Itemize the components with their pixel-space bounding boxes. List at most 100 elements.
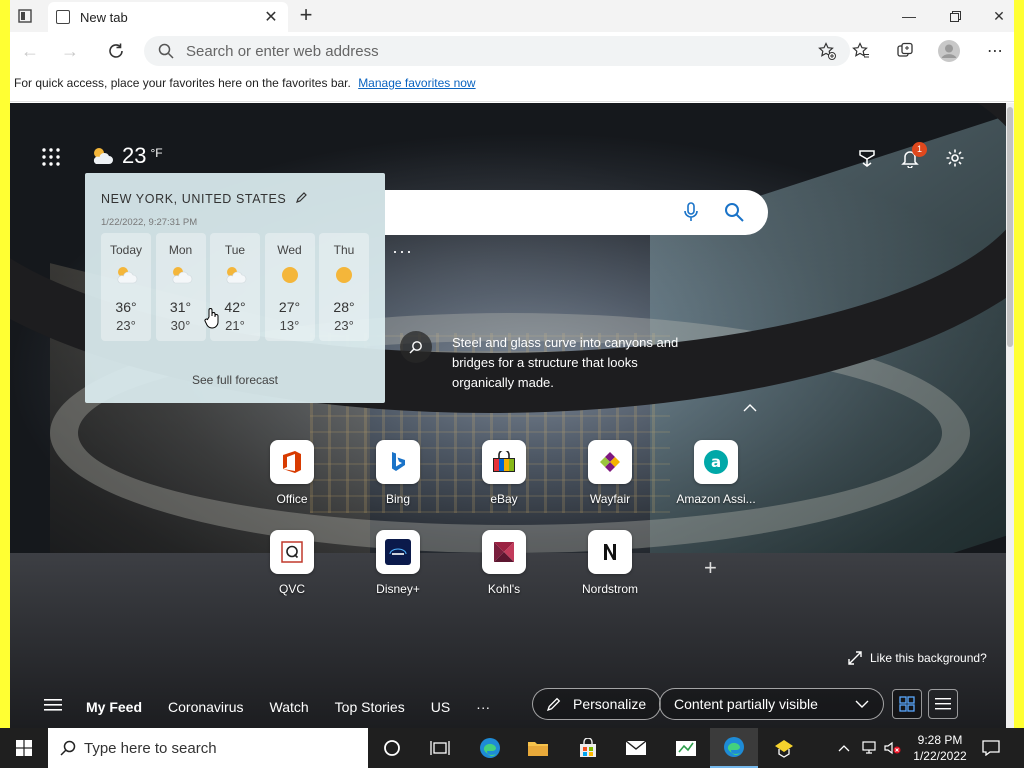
microphone-icon[interactable] bbox=[684, 202, 698, 227]
taskbar-search-placeholder: Type here to search bbox=[84, 739, 217, 757]
quick-link-qvc[interactable]: QVC bbox=[247, 530, 337, 596]
list-view-icon[interactable] bbox=[928, 689, 958, 719]
cortana-icon[interactable] bbox=[368, 728, 416, 768]
feed-tab-us[interactable]: US bbox=[431, 699, 450, 715]
microsoft-store-icon[interactable] bbox=[564, 728, 612, 768]
quick-link-disney-plus[interactable]: Disney+ bbox=[353, 530, 443, 596]
network-icon[interactable] bbox=[862, 728, 880, 768]
favorites-icon[interactable] bbox=[850, 40, 872, 62]
grid-view-icon[interactable] bbox=[892, 689, 922, 719]
refresh-button[interactable] bbox=[102, 38, 130, 64]
task-view-icon[interactable] bbox=[416, 728, 464, 768]
close-tab-icon[interactable]: ✕ bbox=[262, 7, 280, 27]
personalize-button[interactable]: Personalize bbox=[532, 688, 662, 720]
ebay-icon bbox=[482, 440, 526, 484]
settings-more-icon[interactable]: ⋯ bbox=[984, 40, 1006, 62]
feed-more-icon[interactable]: ··· bbox=[476, 699, 490, 715]
news-app-icon[interactable] bbox=[662, 728, 710, 768]
content-visibility-dropdown[interactable]: Content partially visible bbox=[659, 688, 884, 720]
image-info-search-icon[interactable] bbox=[400, 331, 432, 363]
address-input[interactable] bbox=[186, 42, 816, 60]
scrollbar-thumb[interactable] bbox=[1007, 107, 1013, 347]
forecast-day[interactable]: Wed 27° 13° bbox=[264, 233, 315, 341]
forward-button[interactable]: → bbox=[56, 38, 84, 64]
add-quick-link-icon[interactable]: + bbox=[704, 555, 717, 581]
day-high: 27° bbox=[278, 299, 301, 315]
weather-location: NEW YORK, UNITED STATES bbox=[101, 191, 287, 206]
forecast-day[interactable]: Today 36° 23° bbox=[101, 233, 151, 341]
amazon-assistant-icon: a bbox=[694, 440, 738, 484]
tab-actions-icon[interactable] bbox=[14, 6, 36, 26]
page-scrollbar[interactable] bbox=[1006, 103, 1014, 728]
background-caption[interactable]: Steel and glass curve into canyons and b… bbox=[452, 333, 702, 393]
tips-app-icon[interactable] bbox=[760, 728, 808, 768]
close-window-button[interactable]: ✕ bbox=[976, 0, 1014, 32]
collections-icon[interactable] bbox=[894, 40, 916, 62]
feed-tab-top-stories[interactable]: Top Stories bbox=[335, 699, 405, 715]
day-name: Today bbox=[109, 243, 143, 257]
sunny-icon bbox=[265, 265, 315, 287]
action-center-icon[interactable] bbox=[982, 728, 1000, 768]
quick-link-kohls[interactable]: Kohl's bbox=[459, 530, 549, 596]
weather-flyout: NEW YORK, UNITED STATES 1/22/2022, 9:27:… bbox=[85, 173, 385, 403]
feed-tab-coronavirus[interactable]: Coronavirus bbox=[168, 699, 243, 715]
office-icon bbox=[270, 440, 314, 484]
quick-link-ebay[interactable]: eBay bbox=[459, 440, 549, 506]
address-bar[interactable] bbox=[144, 36, 850, 66]
quick-link-bing[interactable]: Bing bbox=[353, 440, 443, 506]
quick-link-wayfair[interactable]: Wayfair bbox=[565, 440, 655, 506]
profile-avatar[interactable] bbox=[938, 40, 960, 62]
notifications-bell-icon[interactable]: 1 bbox=[900, 142, 927, 173]
minimize-button[interactable]: — bbox=[886, 0, 932, 32]
day-low: 13° bbox=[279, 318, 300, 333]
new-tab-button[interactable]: + bbox=[294, 4, 318, 28]
volume-muted-icon[interactable] bbox=[884, 728, 902, 768]
forecast-day[interactable]: Thu 28° 23° bbox=[319, 233, 369, 341]
hamburger-menu-icon[interactable] bbox=[44, 698, 62, 717]
search-submit-icon[interactable] bbox=[724, 202, 744, 227]
edit-location-icon[interactable] bbox=[296, 191, 308, 206]
web-search-box[interactable] bbox=[385, 190, 768, 235]
like-background-label: Like this background? bbox=[870, 651, 987, 665]
manage-favorites-link[interactable]: Manage favorites now bbox=[358, 76, 475, 90]
like-background-button[interactable]: Like this background? bbox=[848, 651, 987, 665]
back-button[interactable]: ← bbox=[16, 38, 44, 64]
show-hidden-icons[interactable] bbox=[838, 728, 850, 768]
rewards-icon[interactable] bbox=[857, 148, 877, 168]
partly-cloudy-icon bbox=[93, 148, 113, 164]
wayfair-icon bbox=[588, 440, 632, 484]
windows-start-icon[interactable] bbox=[0, 728, 48, 768]
page-settings-gear-icon[interactable] bbox=[945, 148, 965, 168]
weather-widget[interactable]: 23 °F bbox=[90, 143, 163, 169]
quick-link-label: Amazon Assi... bbox=[676, 492, 756, 506]
quick-link-amazon-assistant[interactable]: a Amazon Assi... bbox=[671, 440, 761, 506]
quick-links-more-icon[interactable]: ··· bbox=[392, 241, 413, 262]
quick-link-nordstrom[interactable]: Nordstrom bbox=[565, 530, 655, 596]
apps-launcher-icon[interactable] bbox=[42, 148, 60, 166]
temperature-unit: °F bbox=[150, 146, 163, 160]
system-clock[interactable]: 9:28 PM 1/22/2022 bbox=[905, 732, 975, 764]
new-tab-favicon bbox=[56, 10, 70, 24]
tab-new-tab[interactable]: New tab ✕ bbox=[48, 2, 288, 32]
day-high: 28° bbox=[333, 299, 355, 315]
feed-tab-watch[interactable]: Watch bbox=[270, 699, 309, 715]
quick-link-office[interactable]: Office bbox=[247, 440, 337, 506]
add-favorite-icon[interactable] bbox=[816, 40, 838, 62]
quick-link-label: Office bbox=[276, 492, 308, 506]
favorites-bar: For quick access, place your favorites h… bbox=[10, 70, 1014, 102]
taskbar-search[interactable]: Type here to search bbox=[48, 728, 368, 768]
see-full-forecast-link[interactable]: See full forecast bbox=[85, 373, 385, 387]
chevron-up-icon[interactable] bbox=[743, 401, 757, 415]
edge-active-app-icon[interactable] bbox=[710, 728, 758, 768]
current-temperature: 23 bbox=[122, 143, 147, 168]
forecast-day[interactable]: Mon 31° 30° bbox=[155, 233, 206, 341]
partly-cloudy-icon bbox=[210, 265, 260, 287]
edge-app-icon[interactable] bbox=[466, 728, 514, 768]
weather-location-row: NEW YORK, UNITED STATES bbox=[101, 191, 308, 206]
file-explorer-icon[interactable] bbox=[514, 728, 562, 768]
feed-tab-my-feed[interactable]: My Feed bbox=[86, 699, 142, 715]
restore-button[interactable] bbox=[932, 0, 978, 32]
mail-icon[interactable] bbox=[612, 728, 660, 768]
nordstrom-icon bbox=[588, 530, 632, 574]
taskbar: Type here to search 9:28 PM 1/22/2022 bbox=[0, 728, 1024, 768]
